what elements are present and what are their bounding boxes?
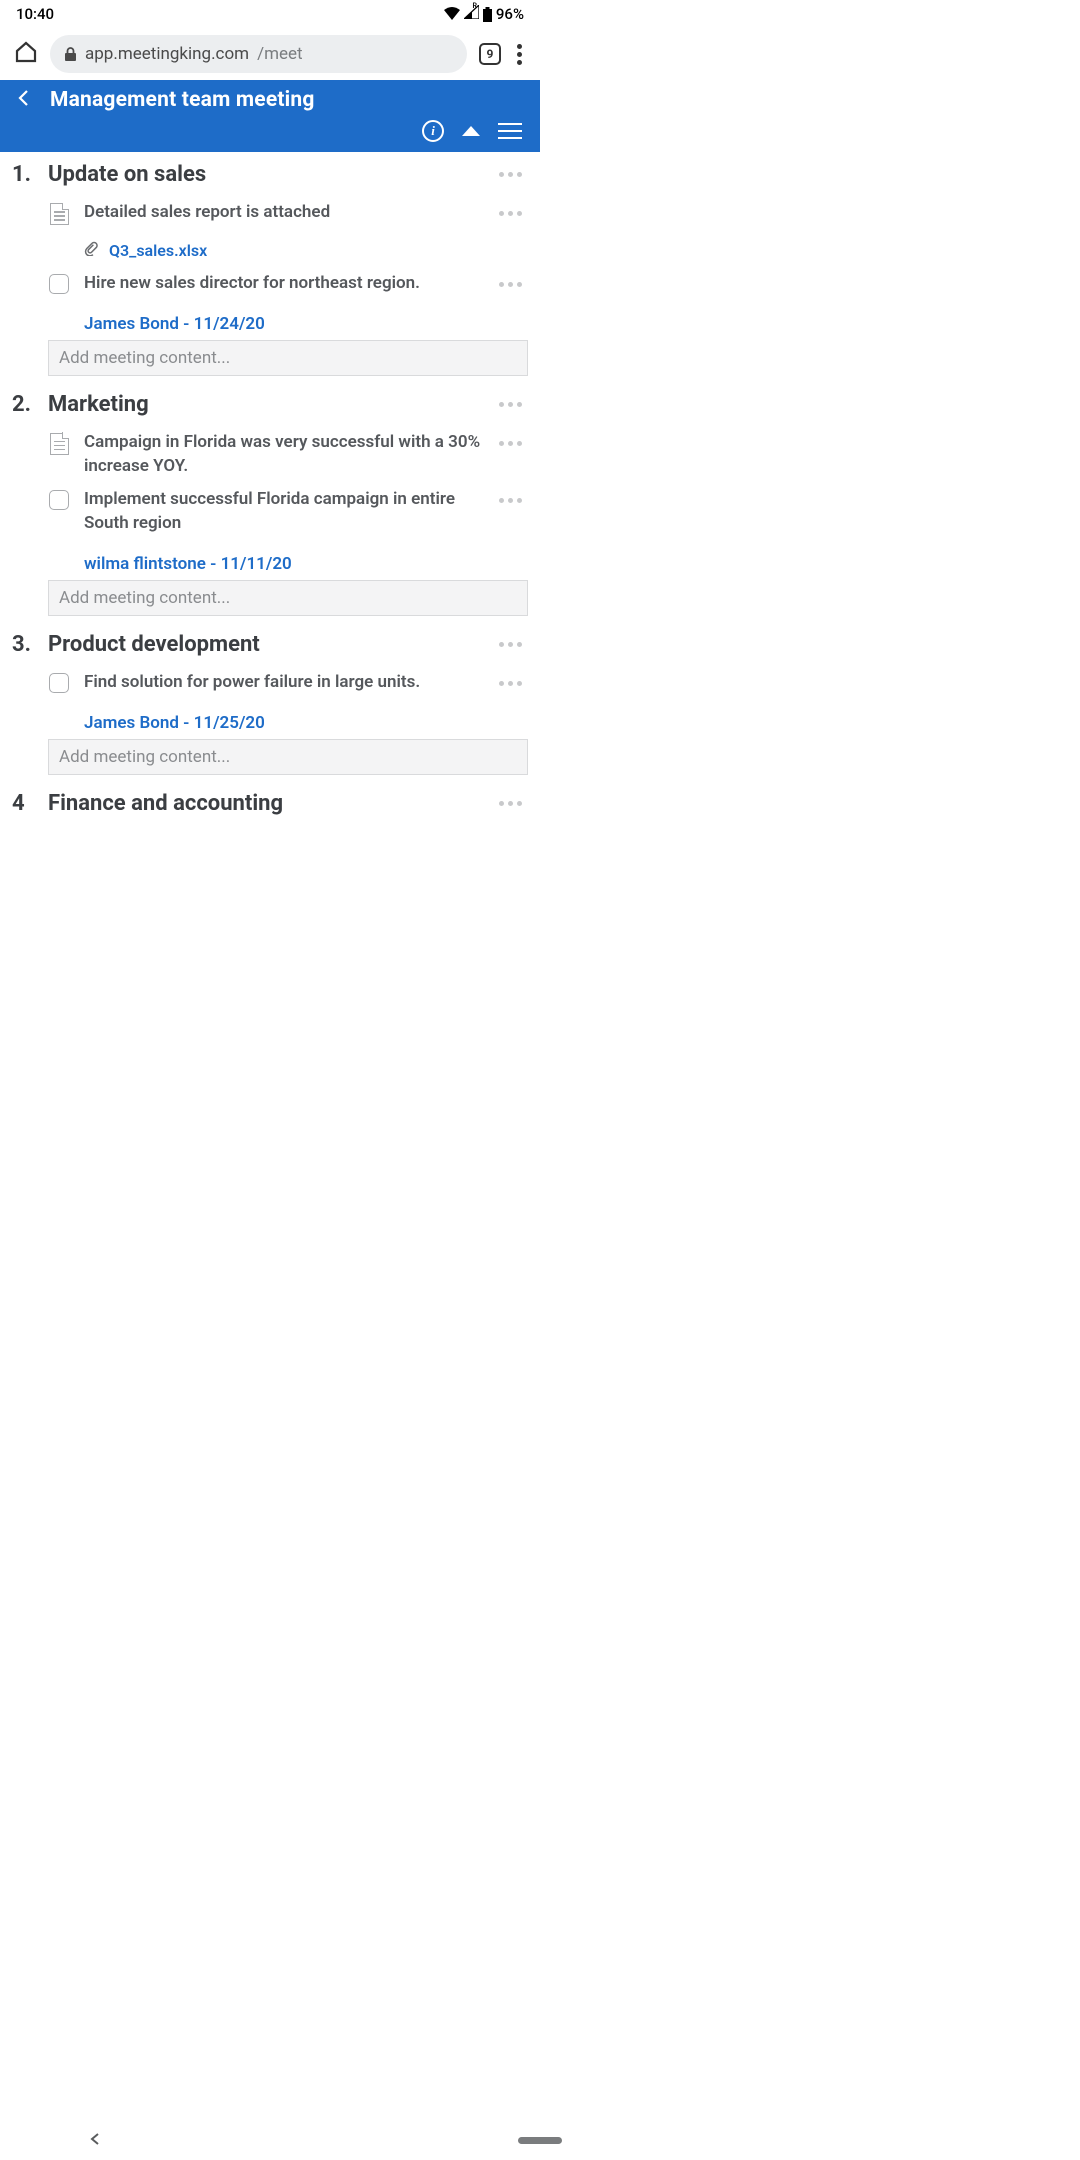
task-checkbox[interactable] [49, 673, 69, 693]
menu-icon[interactable] [498, 123, 522, 139]
agenda-title: Finance and accounting [48, 791, 479, 816]
url-host: app.meetingking.com [85, 44, 249, 64]
note-icon [50, 203, 69, 225]
agenda-title: Update on sales [48, 162, 479, 187]
task-assignee[interactable]: James Bond - 11/24/20 [84, 314, 528, 334]
add-content-input[interactable]: Add meeting content... [48, 580, 528, 616]
agenda-number: 4 [12, 791, 34, 816]
agenda-number: 1. [12, 162, 34, 187]
agenda-header: 1. Update on sales [12, 162, 528, 187]
add-content-input[interactable]: Add meeting content... [48, 739, 528, 775]
attachment[interactable]: Q3_sales.xlsx [84, 241, 528, 260]
agenda-sub-items: Campaign in Florida was very successful … [12, 431, 528, 616]
roaming-indicator: R [472, 2, 476, 10]
agenda-sub-items: Detailed sales report is attached Q3_sale… [12, 201, 528, 376]
sub-item-more-icon[interactable] [493, 435, 528, 452]
sub-item-more-icon[interactable] [493, 675, 528, 692]
browser-menu-icon[interactable] [513, 40, 526, 69]
url-path: /meet [257, 44, 303, 64]
page-title: Management team meeting [50, 88, 315, 112]
device-nav-bar [0, 2120, 1080, 2160]
agenda-sub-item: Hire new sales director for northeast re… [48, 272, 528, 306]
agenda-more-icon[interactable] [493, 166, 528, 183]
sub-item-text: Detailed sales report is attached [84, 201, 493, 225]
wifi-icon [444, 7, 460, 21]
battery-icon [483, 7, 492, 22]
browser-bar: app.meetingking.com/meet 9 [0, 28, 540, 80]
add-content-input[interactable]: Add meeting content... [48, 340, 528, 376]
home-icon[interactable] [14, 40, 38, 68]
agenda-item: 2. Marketing Campaign in Florida was very … [12, 392, 528, 616]
sub-item-more-icon[interactable] [493, 276, 528, 293]
agenda-sub-item: Campaign in Florida was very successful … [48, 431, 528, 489]
agenda-item: 1. Update on sales Detailed sales report i… [12, 162, 528, 376]
nav-home-pill[interactable] [518, 2137, 562, 2144]
task-checkbox[interactable] [49, 490, 69, 510]
sub-item-text: Find solution for power failure in large… [84, 671, 493, 695]
agenda-title: Marketing [48, 392, 479, 417]
agenda-header: 4 Finance and accounting [12, 791, 528, 816]
status-right: R 96% [444, 5, 524, 23]
task-assignee[interactable]: wilma flintstone - 11/11/20 [84, 554, 528, 574]
task-checkbox[interactable] [49, 274, 69, 294]
tab-switcher[interactable]: 9 [479, 43, 501, 65]
sub-item-text: Hire new sales director for northeast re… [84, 272, 493, 296]
agenda-sub-items: Find solution for power failure in large… [12, 671, 528, 775]
back-icon[interactable] [14, 88, 34, 112]
note-icon [50, 433, 69, 455]
attachment-name: Q3_sales.xlsx [109, 241, 207, 260]
sub-item-more-icon[interactable] [493, 492, 528, 509]
agenda-more-icon[interactable] [493, 636, 528, 653]
task-assignee[interactable]: James Bond - 11/25/20 [84, 713, 528, 733]
agenda-content: 1. Update on sales Detailed sales report i… [0, 152, 540, 1034]
app-header: Management team meeting i [0, 80, 540, 152]
agenda-title: Product development [48, 632, 479, 657]
sub-item-text: Implement successful Florida campaign in… [84, 488, 493, 536]
status-time: 10:40 [16, 5, 54, 23]
url-bar[interactable]: app.meetingking.com/meet [50, 35, 467, 73]
sub-item-more-icon[interactable] [493, 205, 528, 222]
sub-item-text: Campaign in Florida was very successful … [84, 431, 493, 479]
agenda-item: 4 Finance and accounting [12, 791, 528, 816]
agenda-more-icon[interactable] [493, 795, 528, 812]
agenda-header: 2. Marketing [12, 392, 528, 417]
nav-back-icon[interactable] [88, 2131, 102, 2150]
agenda-sub-item: Implement successful Florida campaign in… [48, 488, 528, 546]
agenda-number: 3. [12, 632, 34, 657]
agenda-header: 3. Product development [12, 632, 528, 657]
agenda-sub-item: Detailed sales report is attached [48, 201, 528, 235]
info-icon[interactable]: i [422, 120, 444, 142]
tab-count: 9 [487, 47, 494, 61]
agenda-more-icon[interactable] [493, 396, 528, 413]
lock-icon [64, 47, 77, 62]
paperclip-icon [84, 241, 99, 260]
agenda-item: 3. Product development Find solution for p… [12, 632, 528, 775]
status-bar: 10:40 R 96% [0, 0, 540, 28]
agenda-sub-item: Find solution for power failure in large… [48, 671, 528, 705]
collapse-icon[interactable] [462, 126, 480, 136]
battery-percent: 96% [496, 5, 524, 23]
agenda-number: 2. [12, 392, 34, 417]
